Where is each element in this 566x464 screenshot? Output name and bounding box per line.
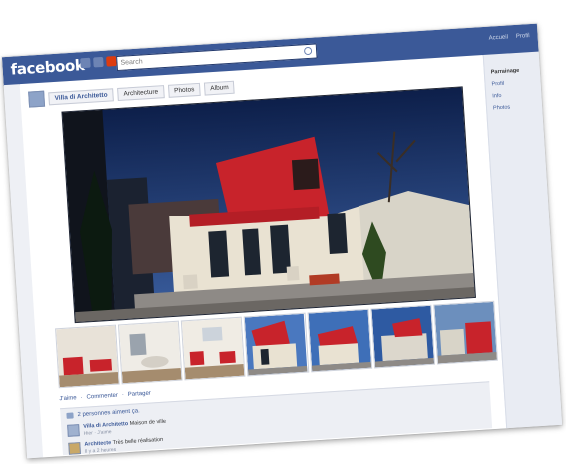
- breadcrumb-album[interactable]: Album: [203, 80, 236, 96]
- facebook-photo-page: facebook Search Accueil Profil Villa di …: [1, 23, 563, 459]
- screenshot-scene: facebook Search Accueil Profil Villa di …: [0, 0, 566, 464]
- thumbnail[interactable]: [244, 312, 309, 377]
- main-content: Villa di Architetto Architecture Photos …: [19, 55, 507, 458]
- nav-link-home[interactable]: Accueil: [488, 34, 508, 41]
- avatar[interactable]: [68, 442, 81, 455]
- breadcrumb-photos[interactable]: Photos: [167, 82, 201, 98]
- share-link[interactable]: Partager: [128, 391, 151, 398]
- page-avatar[interactable]: [28, 90, 46, 108]
- breadcrumb-category[interactable]: Architecture: [117, 84, 165, 101]
- separator: ·: [80, 394, 83, 401]
- messages-icon[interactable]: [93, 56, 104, 68]
- breadcrumb-page[interactable]: Villa di Architetto: [48, 87, 114, 105]
- notification-icons: [80, 56, 117, 69]
- thumbnail[interactable]: [181, 316, 246, 381]
- thumbs-up-icon: [66, 412, 74, 419]
- house-photo-illustration: [62, 87, 475, 323]
- friend-requests-icon[interactable]: [80, 57, 91, 69]
- like-link[interactable]: J'aime: [59, 395, 76, 402]
- top-links: Accueil Profil: [488, 33, 529, 42]
- avatar[interactable]: [67, 424, 80, 437]
- comment-link[interactable]: Commenter: [86, 393, 118, 401]
- sidebar-item[interactable]: Photos: [487, 99, 544, 114]
- search-placeholder: Search: [120, 58, 143, 67]
- comment-text: Maison de ville: [129, 418, 167, 427]
- nav-link-profile[interactable]: Profil: [516, 33, 530, 40]
- facebook-logo[interactable]: facebook: [10, 56, 85, 79]
- separator: ·: [121, 392, 125, 399]
- thumbnail[interactable]: [55, 324, 120, 389]
- thumbnail[interactable]: [118, 320, 183, 385]
- search-icon[interactable]: [303, 46, 313, 56]
- thumbnail[interactable]: [307, 308, 372, 373]
- thumbnail[interactable]: [433, 300, 498, 365]
- main-photo[interactable]: [61, 86, 476, 324]
- likes-text[interactable]: 2 personnes aiment ça.: [77, 408, 140, 418]
- notifications-icon[interactable]: [106, 56, 117, 67]
- thumbnail[interactable]: [370, 304, 435, 369]
- photo-actions: J'aime · Commenter · Partager: [59, 391, 151, 403]
